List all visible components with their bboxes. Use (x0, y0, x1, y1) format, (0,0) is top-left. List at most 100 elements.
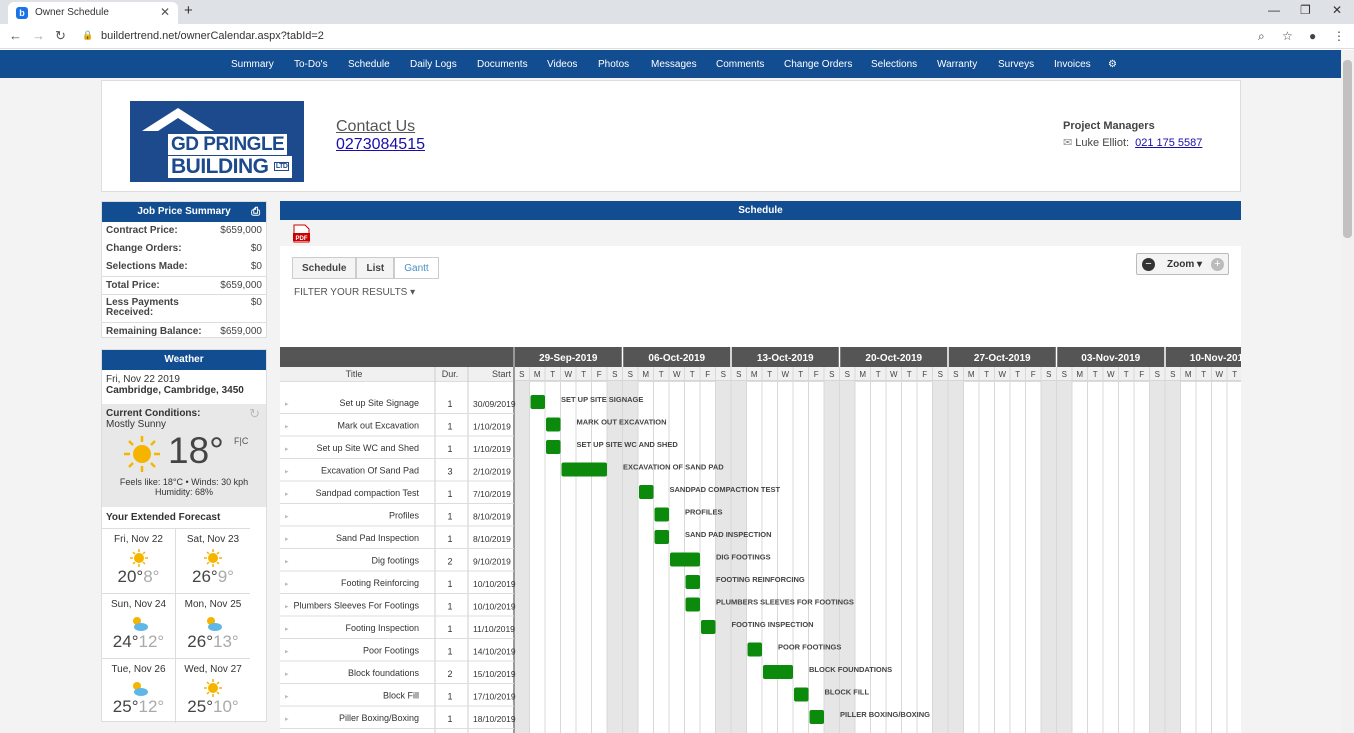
nav-messages[interactable]: Messages (651, 59, 697, 70)
forecast-day: Tue, Nov 26 25°12° (102, 658, 176, 723)
nav-daily-logs[interactable]: Daily Logs (410, 59, 457, 70)
zoom-out-icon[interactable]: − (1142, 258, 1155, 271)
price-value: $659,000 (220, 225, 262, 236)
zoom-in-icon[interactable]: + (1211, 258, 1224, 271)
zoom-control: − Zoom ▾ + (1136, 253, 1229, 275)
filter-label: FILTER YOUR RESULTS (294, 287, 408, 298)
scrollbar-thumb[interactable] (1343, 60, 1352, 238)
profile-icon[interactable]: ● (1309, 29, 1316, 43)
close-window-icon[interactable]: ✕ (1332, 3, 1342, 17)
gantt-bar (701, 620, 716, 634)
task-start: 2/10/2019 (473, 467, 511, 477)
menu-kebab-icon[interactable]: ⋮ (1333, 29, 1345, 43)
weekday-label: W (673, 370, 681, 379)
gantt-chart: SMTWTFSSMTWTFSSMTWTFSSMTWTFSSMTWTFSSMTWT… (280, 347, 1241, 733)
view-tabs: Schedule List Gantt (292, 257, 439, 279)
page-scrollbar[interactable] (1341, 50, 1354, 733)
sun-icon (124, 436, 160, 472)
address-bar: ← → ↻ 🔒 buildertrend.net/ownerCalendar.a… (0, 24, 1354, 49)
weekday-label: M (642, 370, 649, 379)
pm-phone-link[interactable]: 021 175 5587 (1135, 137, 1202, 149)
price-label: Contract Price: (106, 225, 178, 236)
house-roof-icon (142, 108, 214, 131)
sun-icon (130, 549, 148, 567)
print-icon[interactable]: ⎙ (251, 202, 260, 222)
gantt-bar-label: PILLER BOXING/BOXING (840, 710, 930, 719)
column-title: Title (346, 369, 363, 379)
reload-icon[interactable]: ↻ (55, 28, 66, 44)
nav-invoices[interactable]: Invoices (1054, 59, 1091, 70)
nav-warranty[interactable]: Warranty (937, 59, 977, 70)
restore-icon[interactable]: ❐ (1300, 3, 1311, 17)
forecast-grid: Fri, Nov 22 20°8° Sat, Nov 23 26°9° Sun, Nov… (102, 528, 266, 724)
nav-comments[interactable]: Comments (716, 59, 764, 70)
pdf-icon[interactable]: PDF (292, 224, 311, 243)
bookmark-star-icon[interactable]: ☆ (1282, 29, 1293, 43)
task-duration: 1 (447, 692, 452, 702)
nav-selections[interactable]: Selections (871, 59, 917, 70)
zoom-page-icon[interactable]: ⌕ (1258, 29, 1265, 44)
logo-ltd: LTD (273, 162, 290, 172)
nav-todos[interactable]: To-Do's (294, 59, 328, 70)
forecast-low: 12° (138, 632, 165, 651)
minimize-icon[interactable]: — (1268, 3, 1280, 17)
back-icon[interactable]: ← (9, 28, 22, 43)
forecast-low: 13° (213, 632, 239, 651)
nav-summary[interactable]: Summary (231, 59, 274, 70)
filter-results-toggle[interactable]: FILTER YOUR RESULTS ▾ (294, 287, 415, 298)
contact-us-link[interactable]: Contact Us (336, 118, 415, 136)
weekday-label: M (1076, 370, 1083, 379)
task-start: 10/10/2019 (473, 579, 516, 589)
tab-schedule[interactable]: Schedule (292, 257, 357, 279)
weather-city: Cambridge, Cambridge, 3450 (106, 385, 244, 396)
forecast-day: Fri, Nov 22 20°8° (102, 528, 176, 593)
refresh-icon[interactable]: ↻ (249, 407, 260, 420)
nav-surveys[interactable]: Surveys (998, 59, 1034, 70)
forecast-high: 26° (192, 567, 218, 586)
tab-list[interactable]: List (356, 257, 395, 279)
phone-link[interactable]: 0273084515 (336, 136, 425, 154)
browser-tab-bar: b Owner Schedule ✕ + — ❐ ✕ (0, 0, 1354, 24)
temp-unit-toggle[interactable]: F|C (234, 436, 248, 446)
forecast-temps: 25°10° (176, 697, 250, 717)
new-tab-icon[interactable]: + (184, 2, 193, 19)
task-duration: 1 (447, 647, 452, 657)
nav-change-orders[interactable]: Change Orders (784, 59, 852, 70)
task-start: 17/10/2019 (473, 692, 516, 702)
weekday-label: F (814, 370, 819, 379)
task-duration: 3 (447, 467, 452, 477)
task-title: Set up Site Signage (339, 398, 419, 408)
forecast-day-label: Sun, Nov 24 (110, 599, 167, 610)
browser-tab[interactable]: b Owner Schedule ✕ (8, 2, 178, 24)
forecast-day: Sun, Nov 24 24°12° (102, 593, 176, 658)
gantt-bar (546, 440, 561, 454)
nav-videos[interactable]: Videos (547, 59, 577, 70)
envelope-icon[interactable]: ✉ (1063, 137, 1072, 149)
weekday-label: W (564, 370, 572, 379)
forecast-temps: 26°13° (176, 632, 250, 652)
gantt-bar (530, 395, 545, 409)
forecast-day: Mon, Nov 25 26°13° (176, 593, 250, 658)
gear-icon[interactable]: ⚙ (1108, 59, 1117, 70)
forecast-low: 12° (138, 697, 165, 716)
weekday-label: F (705, 370, 710, 379)
task-duration: 1 (447, 579, 452, 589)
expand-icon: ▸ (285, 401, 289, 408)
url-field[interactable]: 🔒 buildertrend.net/ownerCalendar.aspx?ta… (76, 27, 1246, 46)
price-label: Remaining Balance: (106, 326, 202, 337)
tab-gantt[interactable]: Gantt (394, 257, 439, 279)
logo-line2: BUILDING LTD (168, 156, 293, 179)
zoom-dropdown[interactable]: Zoom ▾ (1167, 259, 1202, 270)
nav-documents[interactable]: Documents (477, 59, 528, 70)
nav-photos[interactable]: Photos (598, 59, 629, 70)
close-tab-icon[interactable]: ✕ (160, 5, 170, 19)
forward-icon[interactable]: → (32, 28, 45, 43)
task-title: Piller Boxing/Boxing (339, 713, 419, 723)
nav-schedule[interactable]: Schedule (348, 59, 390, 70)
weekday-label: S (1062, 370, 1067, 379)
task-start: 15/10/2019 (473, 669, 516, 679)
price-value: $0 (250, 243, 262, 254)
weather-date: Fri, Nov 22 2019 (106, 374, 180, 385)
task-start: 7/10/2019 (473, 489, 511, 499)
forecast-day-label: Tue, Nov 26 (111, 664, 166, 675)
